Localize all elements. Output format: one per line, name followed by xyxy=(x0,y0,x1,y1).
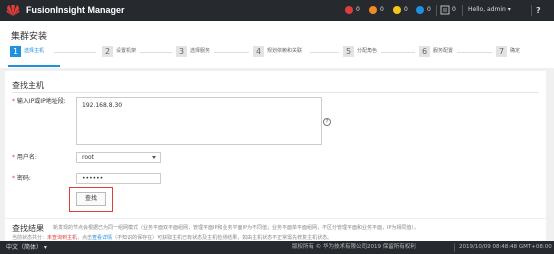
results-description: 新发现的节点会根据已为同一组网模式（业务平面双平面组网，管理平面IP和业务平面I… xyxy=(53,225,419,231)
find-button[interactable]: 查找 xyxy=(76,192,106,206)
warning-alarm-count[interactable]: 0 xyxy=(427,6,431,14)
major-alarm-icon[interactable] xyxy=(369,6,377,14)
minor-alarm-count[interactable]: 0 xyxy=(404,6,408,14)
step-number: 2 xyxy=(102,46,113,57)
step-number: 7 xyxy=(496,46,507,57)
results-title: 查找结果 xyxy=(12,224,44,233)
section-divider xyxy=(12,92,539,93)
step-label: 规划依赖和关联 xyxy=(267,48,303,54)
password-label: * 密码: xyxy=(12,175,31,183)
critical-alarm-icon[interactable] xyxy=(345,6,353,14)
question-mark-icon[interactable]: ? xyxy=(323,118,331,126)
page-title: 集群安装 xyxy=(11,32,48,42)
minor-alarm-icon[interactable] xyxy=(393,6,401,14)
step-connector xyxy=(54,52,96,53)
step-label: 选择服务 xyxy=(190,48,211,54)
warning-alarm-icon[interactable] xyxy=(416,6,424,14)
critical-alarm-count[interactable]: 0 xyxy=(356,6,360,14)
status-bar: 中文（简体） ▾ 版权所有 © 华为技术有限公司2019 保留所有权利 2019… xyxy=(0,241,554,254)
app-title: FusionInsight Manager xyxy=(26,5,125,15)
ip-label-text: 输入IP或IP地址段: xyxy=(16,98,66,105)
step-connector xyxy=(214,52,249,53)
ip-address-textarea[interactable]: 192.168.8.30 xyxy=(76,97,322,145)
section-title: 查找主机 xyxy=(12,81,44,90)
wizard-header: 集群安装 1 选择主机 2 设置机架 3 选择服务 4 规划依赖和关联 5 分配… xyxy=(0,21,554,68)
copyright-text: 版权所有 © 华为技术有限公司2019 保留所有权利 xyxy=(292,244,416,250)
find-button-highlight: 查找 xyxy=(69,187,113,212)
username-label: * 用户名: xyxy=(12,154,37,162)
ip-label: * 输入IP或IP地址段: xyxy=(12,98,66,106)
step-label: 确定 xyxy=(510,48,521,54)
top-navigation-bar: FusionInsight Manager 0 0 0 0 0 Hello, a… xyxy=(0,0,554,21)
active-step-indicator xyxy=(8,65,60,67)
password-label-text: 密码: xyxy=(16,175,31,182)
find-results-panel: 查找结果 新发现的节点会根据已为同一组网模式（业务平面双平面组网，管理平面IP和… xyxy=(5,219,546,241)
step-label: 选择主机 xyxy=(24,48,45,54)
user-menu[interactable]: Hello, admin ▾ xyxy=(468,6,511,14)
username-value: root xyxy=(82,154,95,161)
step-number: 3 xyxy=(176,46,187,57)
step-label: 服务配置 xyxy=(433,48,454,54)
username-select[interactable]: root xyxy=(76,152,161,163)
huawei-logo-icon xyxy=(6,4,20,16)
topbar-divider xyxy=(462,5,463,16)
statusbar-divider xyxy=(454,243,455,252)
chevron-down-icon xyxy=(152,156,156,159)
step-connector xyxy=(140,52,172,53)
find-hosts-panel: 查找主机 * 输入IP或IP地址段: 192.168.8.30 ? * 用户名:… xyxy=(5,71,546,218)
step-connector xyxy=(381,52,415,53)
help-icon[interactable]: ? xyxy=(536,6,541,15)
step-label: 设置机架 xyxy=(116,48,137,54)
language-selector[interactable]: 中文（简体） ▾ xyxy=(6,244,47,251)
password-input[interactable]: •••••• xyxy=(76,173,161,184)
step-number: 1 xyxy=(10,46,21,57)
step-label: 分配角色 xyxy=(357,48,378,54)
major-alarm-count[interactable]: 0 xyxy=(380,6,384,14)
topbar-divider xyxy=(436,5,437,16)
topbar-divider xyxy=(531,5,532,16)
step-number: 5 xyxy=(343,46,354,57)
step-connector xyxy=(310,52,339,53)
system-datetime: 2019/10/09 08:48:48 GMT+08:00 xyxy=(459,244,552,250)
step-number: 6 xyxy=(419,46,430,57)
step-connector xyxy=(457,52,492,53)
username-label-text: 用户名: xyxy=(16,154,37,161)
step-number: 4 xyxy=(253,46,264,57)
task-list-icon[interactable] xyxy=(440,5,450,15)
task-count[interactable]: 0 xyxy=(452,6,456,14)
